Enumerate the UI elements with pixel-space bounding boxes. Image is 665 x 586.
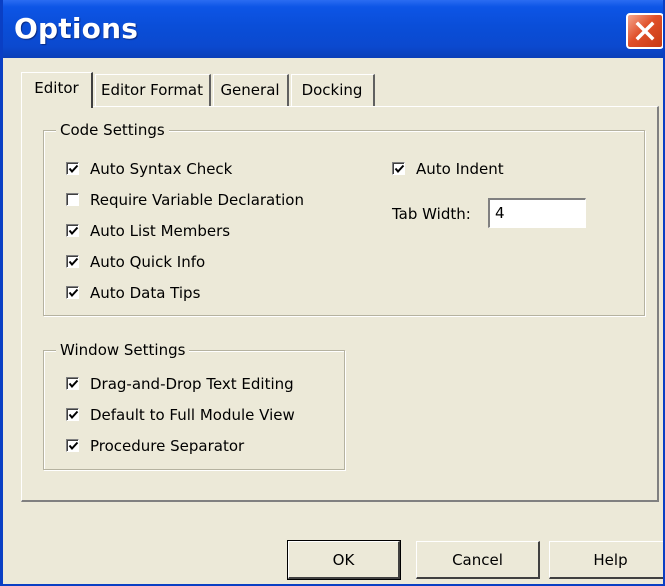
require-variable-declaration-label: Require Variable Declaration (90, 191, 304, 209)
checkbox-box[interactable] (66, 439, 79, 452)
check-icon (68, 288, 79, 298)
check-icon (68, 379, 79, 389)
drag-and-drop-text-editing-label: Drag-and-Drop Text Editing (90, 375, 294, 393)
cancel-button[interactable]: Cancel (416, 541, 540, 579)
window-title: Options (14, 12, 139, 45)
check-icon (68, 441, 79, 451)
tab-editor-format[interactable]: Editor Format (95, 74, 211, 106)
check-icon (68, 226, 79, 236)
checkbox-box[interactable] (66, 193, 79, 206)
code-settings-label: Code Settings (56, 121, 169, 139)
ok-button[interactable]: OK (287, 540, 401, 580)
title-bar[interactable]: Options (3, 0, 663, 58)
code-settings-group: Code Settings Auto Syntax Check Require … (43, 121, 645, 316)
check-icon (68, 257, 79, 267)
procedure-separator-label: Procedure Separator (90, 437, 245, 455)
auto-quick-info-label: Auto Quick Info (90, 253, 206, 271)
options-dialog: Options Editor Editor Format General Doc… (0, 0, 665, 586)
auto-indent-label: Auto Indent (416, 160, 504, 178)
checkbox-box[interactable] (66, 224, 79, 237)
close-button[interactable] (626, 13, 663, 49)
help-button[interactable]: Help (549, 541, 663, 579)
tab-docking[interactable]: Docking (291, 74, 375, 106)
window-settings-group: Window Settings Drag-and-Drop Text Editi… (43, 341, 345, 470)
checkbox-box[interactable] (392, 162, 405, 175)
auto-list-members-label: Auto List Members (90, 222, 231, 240)
auto-data-tips-label: Auto Data Tips (90, 284, 201, 302)
tab-width-input[interactable]: 4 (488, 198, 586, 228)
window-settings-label: Window Settings (56, 341, 190, 359)
checkbox-box[interactable] (66, 286, 79, 299)
close-icon (635, 21, 655, 41)
auto-syntax-check-label: Auto Syntax Check (90, 160, 233, 178)
checkbox-box[interactable] (66, 255, 79, 268)
tab-general[interactable]: General (213, 74, 289, 106)
checkbox-box[interactable] (66, 162, 79, 175)
checkbox-box[interactable] (66, 408, 79, 421)
check-icon (68, 410, 79, 420)
checkbox-box[interactable] (66, 377, 79, 390)
default-to-full-module-view-label: Default to Full Module View (90, 406, 295, 424)
tab-width-label: Tab Width: (392, 205, 471, 223)
tab-editor[interactable]: Editor (21, 72, 93, 108)
check-icon (68, 164, 79, 174)
check-icon (394, 164, 405, 174)
